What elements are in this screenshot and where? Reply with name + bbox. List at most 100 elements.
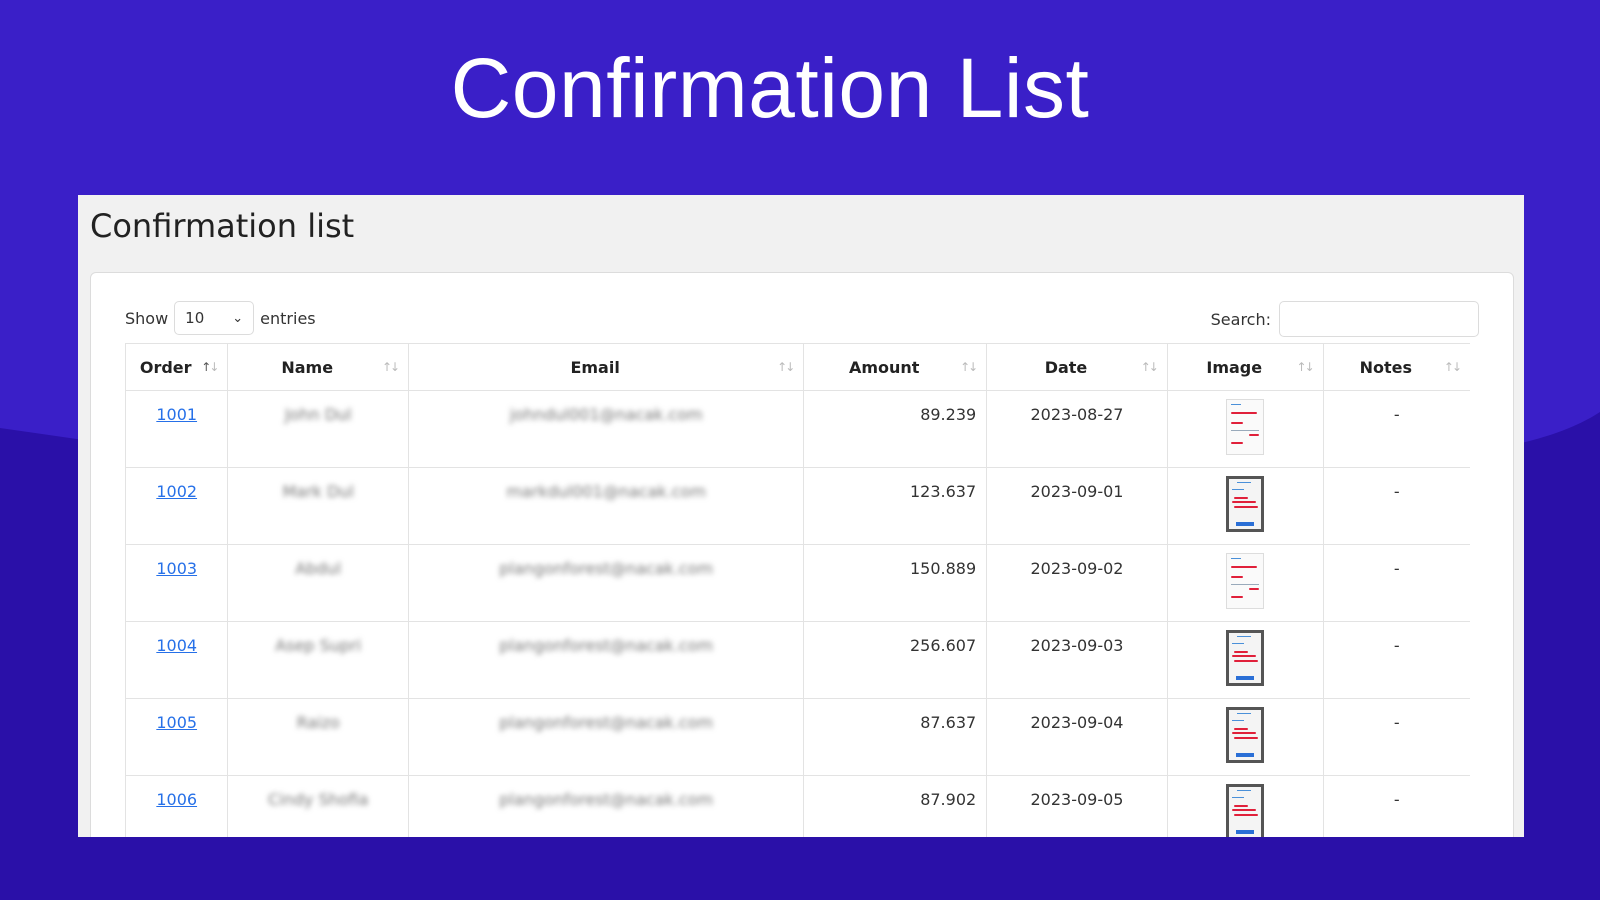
customer-email: johndul001@nacak.com — [509, 405, 703, 424]
notes-cell: - — [1322, 544, 1470, 622]
payment-screenshot-thumbnail[interactable] — [1226, 707, 1265, 763]
payment-screenshot-thumbnail[interactable] — [1226, 784, 1265, 837]
sort-icon[interactable]: ↑↓ — [201, 360, 219, 374]
order-cell: 1003 — [124, 544, 229, 622]
column-header-image[interactable]: Image ↑↓ — [1166, 343, 1324, 391]
entries-length-control: Show 10 ⌄ entries — [125, 301, 316, 335]
column-header-notes[interactable]: Notes ↑↓ — [1322, 343, 1470, 391]
amount-value: 89.239 — [920, 405, 977, 424]
name-cell: Mark Dul — [227, 467, 410, 545]
customer-email: markdul001@nacak.com — [506, 482, 706, 501]
date-cell: 2023-09-02 — [986, 544, 1168, 622]
image-cell — [1166, 698, 1324, 776]
column-header-label: Image — [1206, 357, 1263, 377]
sort-icon[interactable]: ↑↓ — [1444, 360, 1462, 374]
sort-icon[interactable]: ↑↓ — [382, 360, 400, 374]
notes-cell: - — [1322, 621, 1470, 699]
email-cell: markdul001@nacak.com — [408, 467, 805, 545]
name-cell: Raizo — [227, 698, 410, 776]
order-cell: 1004 — [124, 621, 229, 699]
table-row: 1005 Raizo plangonforest@nacak.com 87.637 20… — [124, 698, 1470, 776]
customer-email: plangonforest@nacak.com — [499, 559, 714, 578]
customer-name: Raizo — [296, 713, 340, 732]
sort-icon[interactable]: ↑↓ — [777, 360, 795, 374]
receipt-thumbnail[interactable] — [1226, 553, 1265, 609]
notes-cell: - — [1322, 467, 1470, 545]
date-value: 2023-08-27 — [1030, 405, 1124, 424]
date-cell: 2023-09-01 — [986, 467, 1168, 545]
amount-value: 87.637 — [920, 713, 977, 732]
order-link[interactable]: 1005 — [156, 713, 197, 732]
sort-icon[interactable]: ↑↓ — [1297, 360, 1315, 374]
column-header-order[interactable]: Order ↑↓ — [124, 343, 229, 391]
date-value: 2023-09-05 — [1030, 790, 1124, 809]
amount-cell: 87.637 — [803, 698, 988, 776]
table-row: 1004 Asep Supri plangonforest@nacak.com 256… — [124, 621, 1470, 699]
entries-select-value: 10 — [185, 309, 205, 327]
customer-name: Abdul — [295, 559, 342, 578]
column-header-label: Notes — [1359, 357, 1413, 377]
column-header-email[interactable]: Email ↑↓ — [408, 343, 805, 391]
amount-cell: 150.889 — [803, 544, 988, 622]
order-cell: 1006 — [124, 775, 229, 837]
column-header-date[interactable]: Date ↑↓ — [986, 343, 1168, 391]
entries-select[interactable]: 10 ⌄ — [174, 301, 255, 335]
order-link[interactable]: 1004 — [156, 636, 197, 655]
receipt-thumbnail[interactable] — [1226, 399, 1265, 455]
amount-cell: 89.239 — [803, 390, 988, 468]
image-cell — [1166, 390, 1324, 468]
amount-value: 123.637 — [910, 482, 977, 501]
amount-value: 87.902 — [920, 790, 977, 809]
show-label: Show — [125, 308, 169, 328]
order-link[interactable]: 1006 — [156, 790, 197, 809]
notes-value: - — [1393, 790, 1400, 809]
date-cell: 2023-09-05 — [986, 775, 1168, 837]
notes-value: - — [1393, 636, 1400, 655]
customer-name: Cindy Shofia — [268, 790, 369, 809]
customer-email: plangonforest@nacak.com — [499, 790, 714, 809]
date-cell: 2023-08-27 — [986, 390, 1168, 468]
date-value: 2023-09-01 — [1030, 482, 1124, 501]
sort-icon[interactable]: ↑↓ — [960, 360, 978, 374]
date-cell: 2023-09-04 — [986, 698, 1168, 776]
name-cell: Abdul — [227, 544, 410, 622]
order-link[interactable]: 1001 — [156, 405, 197, 424]
notes-cell: - — [1322, 390, 1470, 468]
search-label: Search: — [1210, 309, 1271, 329]
payment-screenshot-thumbnail[interactable] — [1226, 476, 1265, 532]
notes-value: - — [1393, 713, 1400, 732]
table-body: 1001 John Dul johndul001@nacak.com 89.239 20… — [124, 390, 1470, 837]
order-cell: 1001 — [124, 390, 229, 468]
column-header-name[interactable]: Name ↑↓ — [227, 343, 410, 391]
sort-icon[interactable]: ↑↓ — [1141, 360, 1159, 374]
email-cell: johndul001@nacak.com — [408, 390, 805, 468]
order-link[interactable]: 1003 — [156, 559, 197, 578]
amount-cell: 87.902 — [803, 775, 988, 837]
amount-cell: 123.637 — [803, 467, 988, 545]
image-cell — [1166, 467, 1324, 545]
column-header-label: Amount — [848, 357, 920, 377]
table-row: 1006 Cindy Shofia plangonforest@nacak.com 8… — [124, 775, 1470, 837]
confirmation-panel: Confirmation list Show 10 ⌄ entries Sear… — [78, 195, 1524, 837]
date-value: 2023-09-02 — [1030, 559, 1124, 578]
column-header-label: Order — [139, 357, 192, 377]
column-header-label: Date — [1044, 357, 1088, 377]
name-cell: Cindy Shofia — [227, 775, 410, 837]
table-row: 1001 John Dul johndul001@nacak.com 89.239 20… — [124, 390, 1470, 468]
page-title: Confirmation list — [90, 207, 355, 245]
table-row: 1003 Abdul plangonforest@nacak.com 150.889 2… — [124, 544, 1470, 622]
customer-name: Asep Supri — [275, 636, 362, 655]
date-cell: 2023-09-03 — [986, 621, 1168, 699]
order-link[interactable]: 1002 — [156, 482, 197, 501]
customer-email: plangonforest@nacak.com — [499, 636, 714, 655]
search-input[interactable] — [1279, 301, 1479, 337]
name-cell: Asep Supri — [227, 621, 410, 699]
payment-screenshot-thumbnail[interactable] — [1226, 630, 1265, 686]
email-cell: plangonforest@nacak.com — [408, 544, 805, 622]
notes-value: - — [1393, 559, 1400, 578]
name-cell: John Dul — [227, 390, 410, 468]
image-cell — [1166, 544, 1324, 622]
notes-cell: - — [1322, 775, 1470, 837]
amount-value: 256.607 — [910, 636, 977, 655]
column-header-amount[interactable]: Amount ↑↓ — [803, 343, 988, 391]
